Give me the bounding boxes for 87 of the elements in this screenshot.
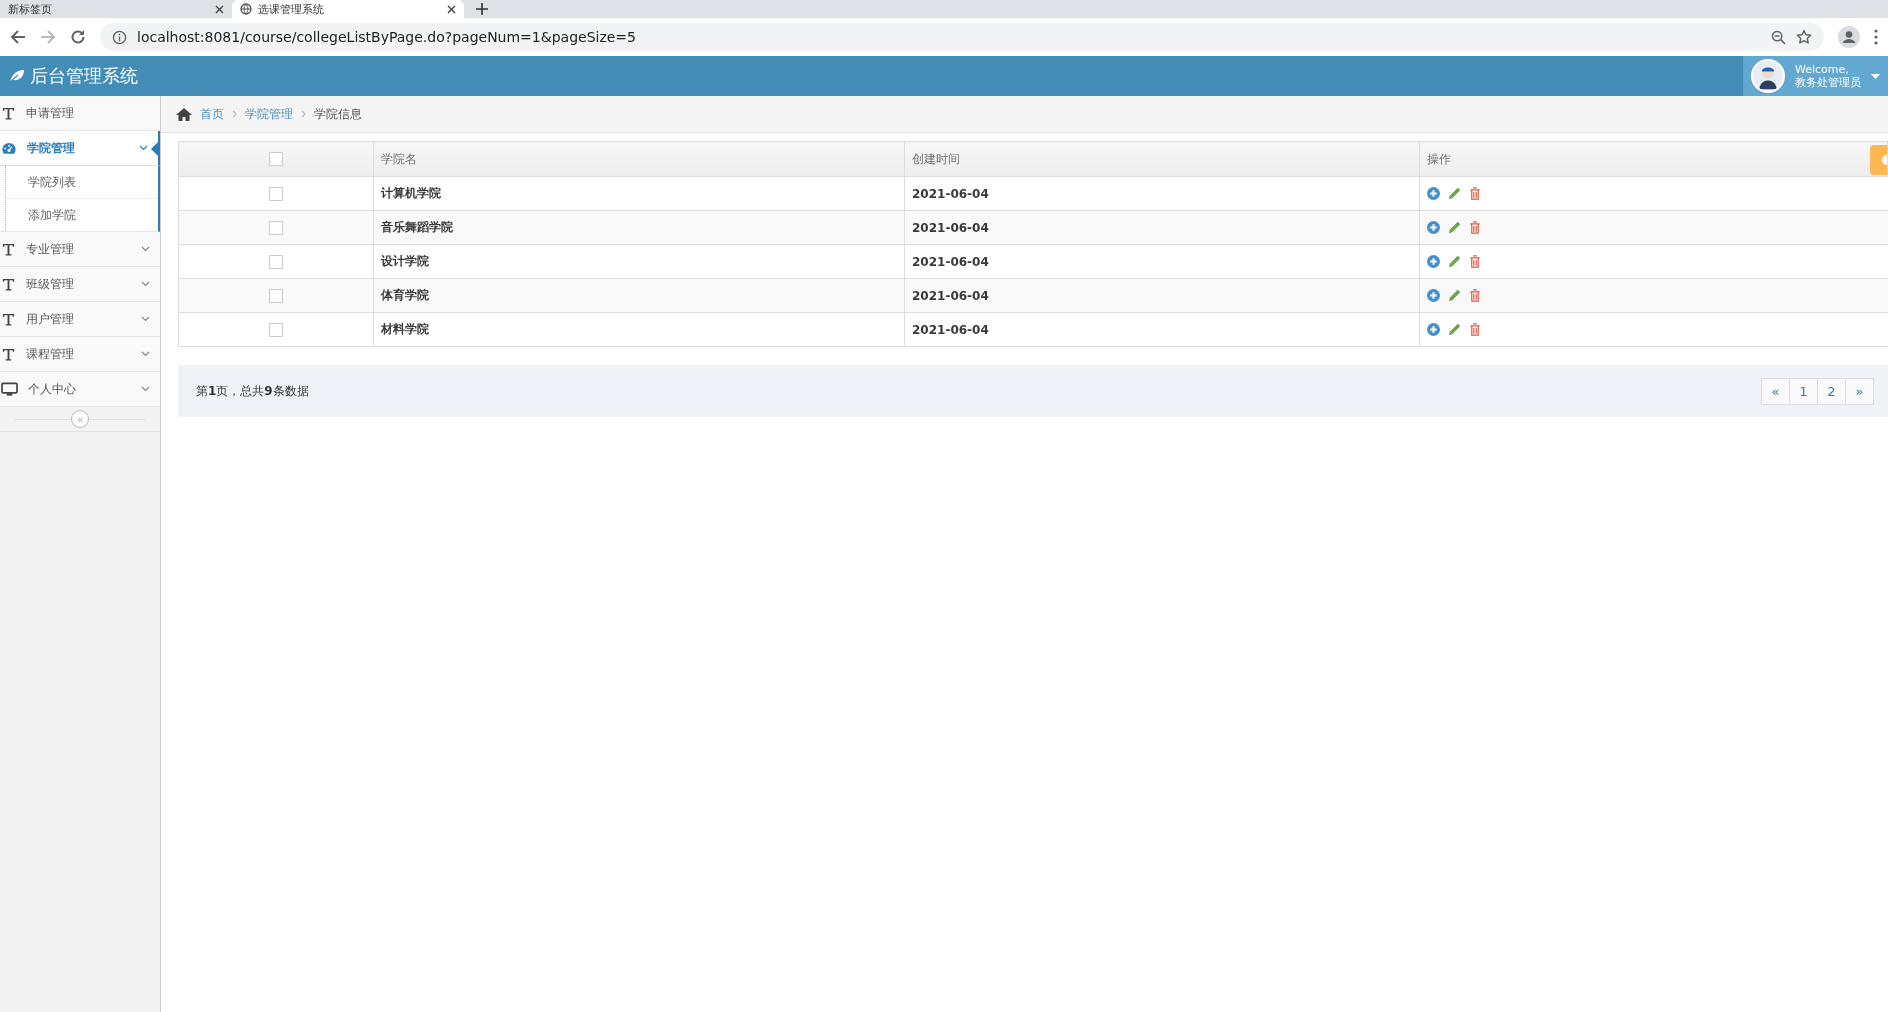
sidebar-item[interactable]: 学院管理: [0, 131, 160, 166]
page-summary: 第1页，总共9条数据: [196, 382, 309, 400]
breadcrumb-current: 学院信息: [314, 105, 362, 123]
row-checkbox[interactable]: [269, 254, 283, 269]
add-icon[interactable]: [1427, 323, 1440, 336]
page-link[interactable]: 1: [1789, 377, 1818, 405]
pencil-icon[interactable]: [1448, 289, 1461, 302]
row-checkbox[interactable]: [269, 186, 283, 201]
sidebar-item[interactable]: 用户管理: [0, 302, 160, 337]
welcome-text: Welcome,: [1795, 63, 1850, 76]
trash-icon[interactable]: [1469, 187, 1481, 200]
browser-tab[interactable]: 选课管理系统: [232, 0, 464, 18]
add-icon[interactable]: [1427, 187, 1440, 200]
page-link[interactable]: «: [1761, 377, 1790, 405]
page-link[interactable]: »: [1845, 377, 1874, 405]
chevron-icon: [139, 145, 148, 151]
submenu-item[interactable]: 添加学院: [5, 198, 158, 231]
new-tab-icon[interactable]: [476, 3, 488, 15]
globe-icon: [240, 3, 252, 15]
table-cell: 设计学院: [381, 254, 429, 268]
menu-icon[interactable]: [1874, 29, 1878, 45]
close-icon[interactable]: [447, 4, 456, 14]
trash-icon[interactable]: [1469, 323, 1481, 336]
add-icon[interactable]: [1427, 289, 1440, 302]
pencil-icon[interactable]: [1448, 323, 1461, 336]
chevron-right-icon: [301, 110, 306, 118]
dashboard-icon: [1, 140, 17, 156]
chevron-icon: [141, 281, 150, 287]
zoom-out-icon[interactable]: [1771, 29, 1786, 45]
monitor-icon: [1, 381, 18, 397]
text-icon: [1, 241, 16, 257]
page-link[interactable]: 2: [1817, 377, 1846, 405]
sidebar-item[interactable]: 申请管理: [0, 96, 160, 131]
select-all-checkbox[interactable]: [269, 152, 283, 167]
caret-icon: [1871, 73, 1880, 79]
text-icon: [1, 346, 16, 362]
column-header: 学院名: [381, 151, 417, 166]
home-icon: [176, 107, 192, 121]
add-icon[interactable]: [1427, 221, 1440, 234]
table-cell: 2021-06-04: [912, 254, 989, 269]
address-bar[interactable]: localhost:8081/course/collegeListByPage.do?pageNum=1&pageSize=5: [100, 23, 1824, 51]
app-title: 后台管理系统: [30, 64, 138, 88]
text-icon: [1, 105, 16, 121]
trash-icon[interactable]: [1469, 289, 1481, 302]
back-icon[interactable]: [10, 29, 26, 45]
row-checkbox[interactable]: [269, 288, 283, 303]
pencil-icon[interactable]: [1448, 221, 1461, 234]
table-cell: 音乐舞蹈学院: [381, 220, 453, 234]
leaf-icon: [9, 69, 25, 83]
chevron-icon: [141, 351, 150, 357]
trash-icon[interactable]: [1469, 221, 1481, 234]
table-cell: 2021-06-04: [912, 220, 989, 235]
text-icon: [1, 276, 16, 292]
settings-tab[interactable]: [1870, 145, 1887, 175]
chevron-right-icon: [232, 110, 237, 118]
avatar: [1751, 59, 1785, 93]
sidebar-item[interactable]: 个人中心: [0, 372, 160, 407]
star-icon[interactable]: [1796, 29, 1812, 45]
user-name: 教务处管理员: [1795, 76, 1861, 89]
chevron-icon: [141, 316, 150, 322]
text-icon: [1, 311, 16, 327]
trash-icon[interactable]: [1469, 255, 1481, 268]
column-header: 创建时间: [912, 151, 960, 166]
table-cell: 2021-06-04: [912, 322, 989, 337]
sidebar-item[interactable]: 课程管理: [0, 337, 160, 372]
chevron-icon: [141, 386, 150, 392]
info-icon[interactable]: [112, 29, 127, 45]
reload-icon[interactable]: [70, 29, 86, 45]
column-header: 操作: [1427, 151, 1451, 166]
row-checkbox[interactable]: [269, 220, 283, 235]
chevron-icon: [141, 246, 150, 252]
pencil-icon[interactable]: [1448, 255, 1461, 268]
table-cell: 2021-06-04: [912, 186, 989, 201]
table-cell: 计算机学院: [381, 186, 441, 200]
sidebar-item[interactable]: 专业管理: [0, 232, 160, 267]
table-cell: 2021-06-04: [912, 288, 989, 303]
table-cell: 材料学院: [381, 322, 429, 336]
pencil-icon[interactable]: [1448, 187, 1461, 200]
forward-icon[interactable]: [40, 29, 56, 45]
submenu-item[interactable]: 学院列表: [5, 166, 158, 198]
close-icon[interactable]: [215, 4, 224, 14]
profile-icon[interactable]: [1838, 26, 1860, 48]
sidebar-item[interactable]: 班级管理: [0, 267, 160, 302]
browser-tab[interactable]: 新标签页: [0, 0, 232, 18]
table-cell: 体育学院: [381, 288, 429, 302]
add-icon[interactable]: [1427, 255, 1440, 268]
row-checkbox[interactable]: [269, 322, 283, 337]
